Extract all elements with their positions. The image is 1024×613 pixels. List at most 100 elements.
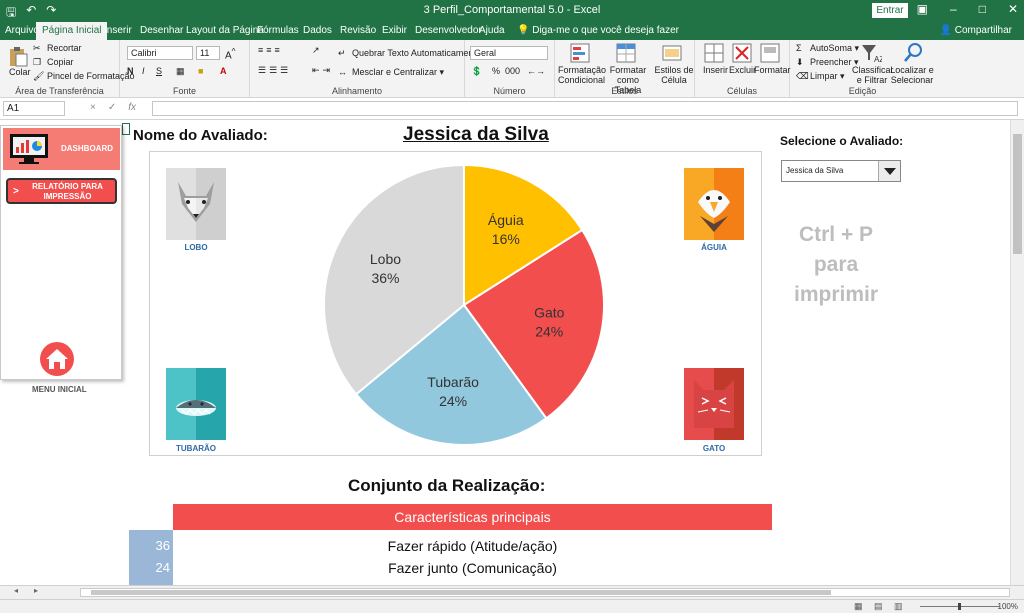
conditional-format-icon[interactable] — [569, 42, 591, 64]
formula-input[interactable] — [152, 101, 1018, 116]
grow-font-button[interactable]: A^ — [225, 46, 236, 61]
delete-button[interactable]: Excluir — [729, 65, 756, 75]
group-number: Geral 💲 % 000 ←→ Número — [465, 40, 555, 98]
cut-button[interactable]: ✂ Recortar — [33, 43, 82, 54]
vertical-scrollbar[interactable] — [1010, 120, 1024, 585]
align-top-icons[interactable]: ≡≡≡ — [258, 45, 283, 55]
autosum-button[interactable]: Σ AutoSoma ▾ — [796, 43, 859, 54]
insert-button[interactable]: Inserir — [703, 65, 728, 75]
cancel-icon[interactable]: × — [90, 102, 96, 113]
currency-icon[interactable]: 💲 — [471, 66, 482, 77]
tab-desenvolvedor[interactable]: Desenvolvedor — [415, 25, 482, 36]
decimal-icons[interactable]: ←→ — [527, 66, 545, 76]
cell-styles-button[interactable]: Estilos de Célula — [654, 65, 694, 85]
tab-layout[interactable]: Layout da Página — [186, 25, 264, 36]
tab-inserir[interactable]: Inserir — [104, 25, 132, 36]
underline-button[interactable]: S — [156, 66, 162, 76]
tab-revisao[interactable]: Revisão — [340, 25, 376, 36]
group-editing: Σ AutoSoma ▾ ⬇ Preencher ▾ ⌫Limpar ▾ AZ Cl… — [790, 40, 935, 98]
group-label: Alinhamento — [331, 86, 383, 96]
evaluated-select[interactable]: Jessica da Silva — [781, 160, 901, 182]
sort-filter-icon[interactable]: AZ — [860, 42, 882, 64]
characteristic-row: Fazer rápido (Atitude/ação) — [387, 538, 558, 554]
merge-center-button[interactable]: ↔ Mesclar e Centralizar ▾ — [338, 67, 444, 78]
paste-icon[interactable] — [7, 46, 29, 68]
pie-label-value: 24% — [535, 323, 563, 339]
title-bar: 🖫 ↶ ↷ 3 Perfil_Comportamental 5.0 - Exce… — [0, 0, 1024, 22]
home-button[interactable] — [40, 342, 74, 376]
worksheet[interactable]: DASHBOARD > RELATÓRIO PARA IMPRESSÃO MEN… — [0, 120, 1024, 585]
zoom-level[interactable]: 100% — [998, 602, 1018, 611]
delete-cells-icon[interactable] — [731, 42, 753, 64]
select-evaluated-label: Selecione o Avaliado: — [780, 134, 904, 148]
ribbon-tabs: Arquivo Página Inicial Inserir Desenhar … — [0, 22, 1024, 40]
clear-button[interactable]: ⌫Limpar ▾ — [796, 71, 845, 82]
conditional-format-button[interactable]: Formatação Condicional — [558, 65, 606, 85]
number-format-select[interactable]: Geral — [470, 46, 548, 60]
eagle-label: ÁGUIA — [701, 243, 727, 252]
function-icon[interactable]: fx — [128, 102, 136, 113]
find-select-button[interactable]: Localizar e Selecionar — [890, 65, 934, 85]
ribbon-display-icon[interactable]: ▣ — [917, 2, 928, 16]
paste-button[interactable]: Colar — [9, 67, 31, 77]
print-report-button[interactable]: > RELATÓRIO PARA IMPRESSÃO — [6, 178, 117, 204]
find-icon[interactable] — [902, 42, 924, 64]
indent-icons[interactable]: ⇤⇥ — [312, 65, 333, 76]
tab-dados[interactable]: Dados — [303, 25, 332, 36]
minimize-icon[interactable]: – — [950, 2, 957, 16]
dashboard-button[interactable]: DASHBOARD — [3, 128, 120, 170]
cell-styles-icon[interactable] — [661, 42, 683, 64]
borders-icon[interactable]: ▦ — [176, 66, 185, 77]
bold-button[interactable]: N — [127, 66, 134, 76]
evaluated-name: Jessica da Silva — [403, 124, 549, 145]
format-button[interactable]: Formatar — [754, 65, 791, 75]
sort-filter-button[interactable]: Classificar e Filtrar — [852, 65, 894, 85]
italic-button[interactable]: I — [142, 66, 145, 76]
shark-icon — [166, 368, 226, 440]
tab-arquivo[interactable]: Arquivo — [5, 25, 39, 36]
font-name-select[interactable]: Calibri — [127, 46, 193, 60]
signin-button[interactable]: Entrar — [872, 3, 908, 18]
pie-label-category: Lobo — [370, 251, 401, 267]
name-box[interactable]: A1 — [3, 101, 65, 116]
dropdown-arrow-icon[interactable] — [878, 161, 900, 181]
thousands-button[interactable]: 000 — [505, 66, 520, 76]
copy-button[interactable]: ❐ Copiar — [33, 57, 74, 68]
next-sheet-icon[interactable]: ▸ — [34, 586, 38, 595]
enter-icon[interactable]: ✓ — [108, 102, 116, 113]
tab-desenhar[interactable]: Desenhar — [140, 25, 183, 36]
horizontal-scrollbar[interactable] — [80, 588, 1010, 597]
format-table-icon[interactable] — [615, 42, 637, 64]
fill-color-icon[interactable]: ■ — [198, 66, 203, 76]
scroll-thumb[interactable] — [1013, 134, 1022, 254]
selected-cell-indicator — [122, 123, 130, 135]
score-cell: 24 — [155, 560, 170, 575]
format-cells-icon[interactable] — [759, 42, 781, 64]
share-button[interactable]: 👤 Compartilhar — [940, 25, 1012, 36]
zoom-knob[interactable] — [958, 603, 961, 610]
tab-formulas[interactable]: Fórmulas — [257, 25, 299, 36]
tell-me-box[interactable]: 💡 Diga-me o que você deseja fazer — [517, 25, 679, 36]
tab-ajuda[interactable]: Ajuda — [479, 25, 505, 36]
page-layout-icon[interactable]: ▤ — [874, 601, 883, 612]
close-icon[interactable]: ✕ — [1008, 2, 1018, 16]
tab-exibir[interactable]: Exibir — [382, 25, 407, 36]
page-break-icon[interactable]: ▥ — [894, 601, 903, 612]
characteristics-header: Características principais — [173, 504, 772, 530]
normal-view-icon[interactable]: ▦ — [854, 601, 863, 612]
align-left-icons[interactable]: ☰☰☰ — [258, 65, 291, 76]
orientation-icon[interactable]: ↗ — [312, 45, 320, 56]
shark-label: TUBARÃO — [176, 444, 216, 453]
brush-icon: 🖌 — [33, 71, 45, 82]
wrap-text-button[interactable]: ↵ Quebrar Texto Automaticamente — [338, 48, 481, 59]
font-color-icon[interactable]: A — [220, 66, 227, 76]
prev-sheet-icon[interactable]: ◂ — [14, 586, 18, 595]
fill-button[interactable]: ⬇ Preencher ▾ — [796, 57, 859, 68]
tab-pagina-inicial[interactable]: Página Inicial — [36, 22, 108, 40]
maximize-icon[interactable]: □ — [979, 2, 986, 16]
font-size-select[interactable]: 11 — [196, 46, 220, 60]
insert-cells-icon[interactable] — [703, 42, 725, 64]
zoom-slider[interactable] — [920, 603, 1000, 610]
percent-button[interactable]: % — [492, 66, 500, 76]
scroll-thumb[interactable] — [91, 590, 831, 595]
